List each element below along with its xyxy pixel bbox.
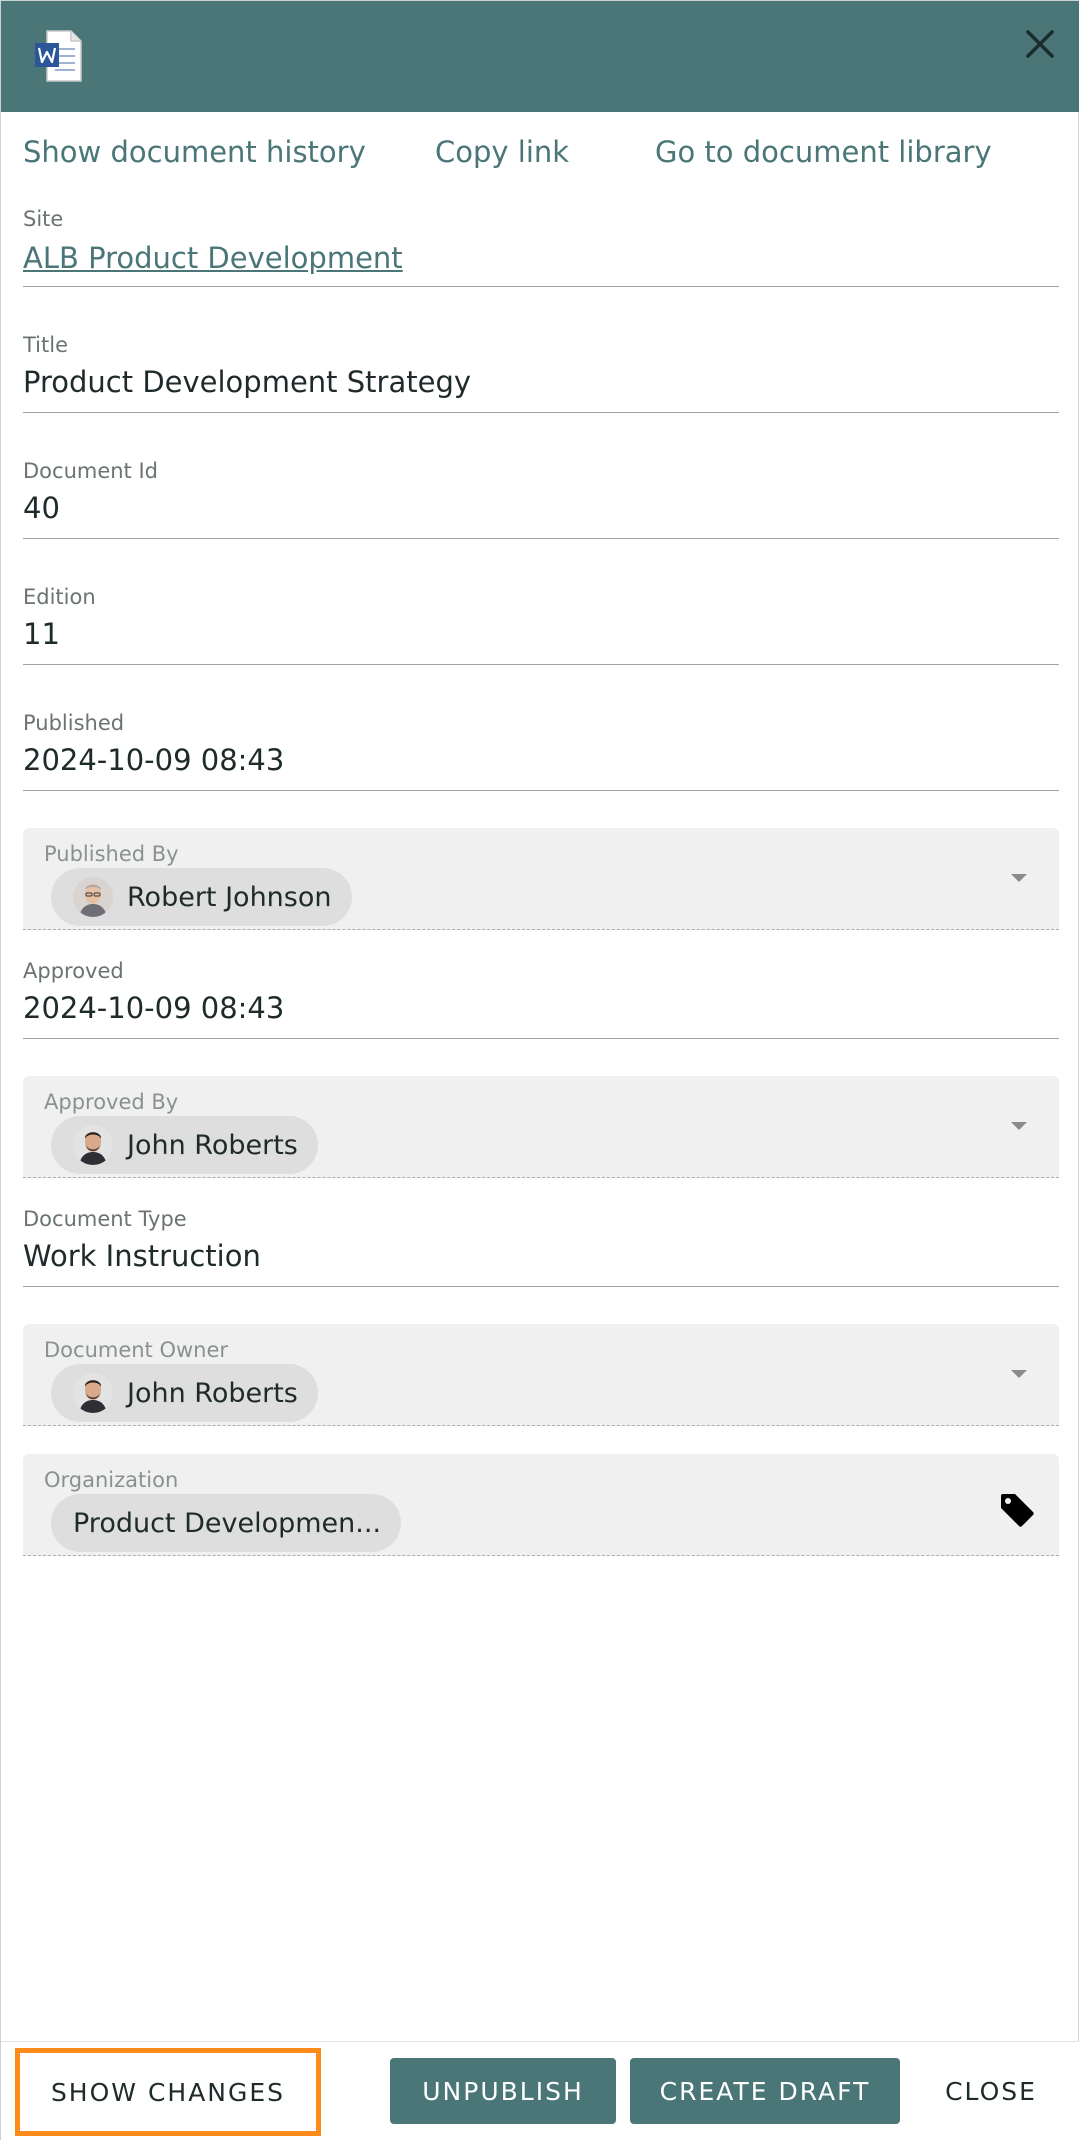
show-changes-button[interactable]: SHOW CHANGES [15, 2048, 321, 2136]
tag-icon[interactable] [997, 1490, 1037, 1530]
approved-by-field[interactable]: Approved By John Roberts [23, 1076, 1059, 1178]
approved-field: Approved 2024-10-09 08:43 [23, 959, 1059, 1039]
approved-by-label: Approved By [44, 1090, 179, 1114]
unpublish-button[interactable]: UNPUBLISH [390, 2058, 616, 2124]
site-field: Site ALB Product Development [23, 207, 1059, 287]
chevron-down-icon[interactable] [1009, 872, 1029, 884]
published-field: Published 2024-10-09 08:43 [23, 711, 1059, 791]
go-to-document-library-link[interactable]: Go to document library [655, 135, 992, 169]
title-field: Title Product Development Strategy [23, 333, 1059, 413]
panel-footer: SHOW CHANGES UNPUBLISH CREATE DRAFT CLOS… [1, 2041, 1079, 2141]
title-label: Title [23, 333, 69, 357]
person-chip[interactable]: John Roberts [51, 1364, 318, 1422]
published-by-field[interactable]: Published By Robert Johnson [23, 828, 1059, 930]
document-type-field: Document Type Work Instruction [23, 1207, 1059, 1287]
site-label: Site [23, 207, 64, 231]
published-by-label: Published By [44, 842, 179, 866]
approved-value: 2024-10-09 08:43 [23, 991, 285, 1025]
show-document-history-link[interactable]: Show document history [23, 135, 366, 169]
edition-label: Edition [23, 585, 96, 609]
word-document-icon [35, 30, 82, 82]
document-id-value: 40 [23, 491, 60, 525]
site-value-link[interactable]: ALB Product Development [23, 241, 403, 275]
organization-label: Organization [44, 1468, 179, 1492]
close-icon[interactable] [1019, 23, 1061, 65]
published-by-value: Robert Johnson [127, 881, 332, 913]
document-type-value[interactable]: Work Instruction [23, 1239, 261, 1273]
approved-by-value: John Roberts [127, 1129, 298, 1161]
document-type-label: Document Type [23, 1207, 187, 1231]
close-button[interactable]: CLOSE [917, 2058, 1065, 2124]
published-value: 2024-10-09 08:43 [23, 743, 285, 777]
edition-value: 11 [23, 617, 60, 651]
avatar [73, 1125, 113, 1165]
approved-label: Approved [23, 959, 124, 983]
organization-field[interactable]: Organization Product Developmen... [23, 1454, 1059, 1556]
document-actions-links: Show document history Copy link Go to do… [1, 135, 1079, 175]
organization-chip[interactable]: Product Developmen... [51, 1494, 402, 1552]
panel-header [1, 1, 1079, 112]
title-value[interactable]: Product Development Strategy [23, 365, 471, 399]
create-draft-button[interactable]: CREATE DRAFT [630, 2058, 900, 2124]
chevron-down-icon[interactable] [1009, 1368, 1029, 1380]
document-owner-field[interactable]: Document Owner John Roberts [23, 1324, 1059, 1426]
document-owner-label: Document Owner [44, 1338, 229, 1362]
chevron-down-icon[interactable] [1009, 1120, 1029, 1132]
document-id-label: Document Id [23, 459, 158, 483]
avatar [73, 1373, 113, 1413]
copy-link[interactable]: Copy link [435, 135, 569, 169]
avatar [73, 877, 113, 917]
published-label: Published [23, 711, 125, 735]
person-chip[interactable]: Robert Johnson [51, 868, 352, 926]
person-chip[interactable]: John Roberts [51, 1116, 318, 1174]
edition-field: Edition 11 [23, 585, 1059, 665]
document-owner-value: John Roberts [127, 1377, 298, 1409]
document-properties-panel: Show document history Copy link Go to do… [0, 0, 1079, 2141]
document-id-field: Document Id 40 [23, 459, 1059, 539]
organization-value: Product Developmen... [73, 1507, 382, 1539]
